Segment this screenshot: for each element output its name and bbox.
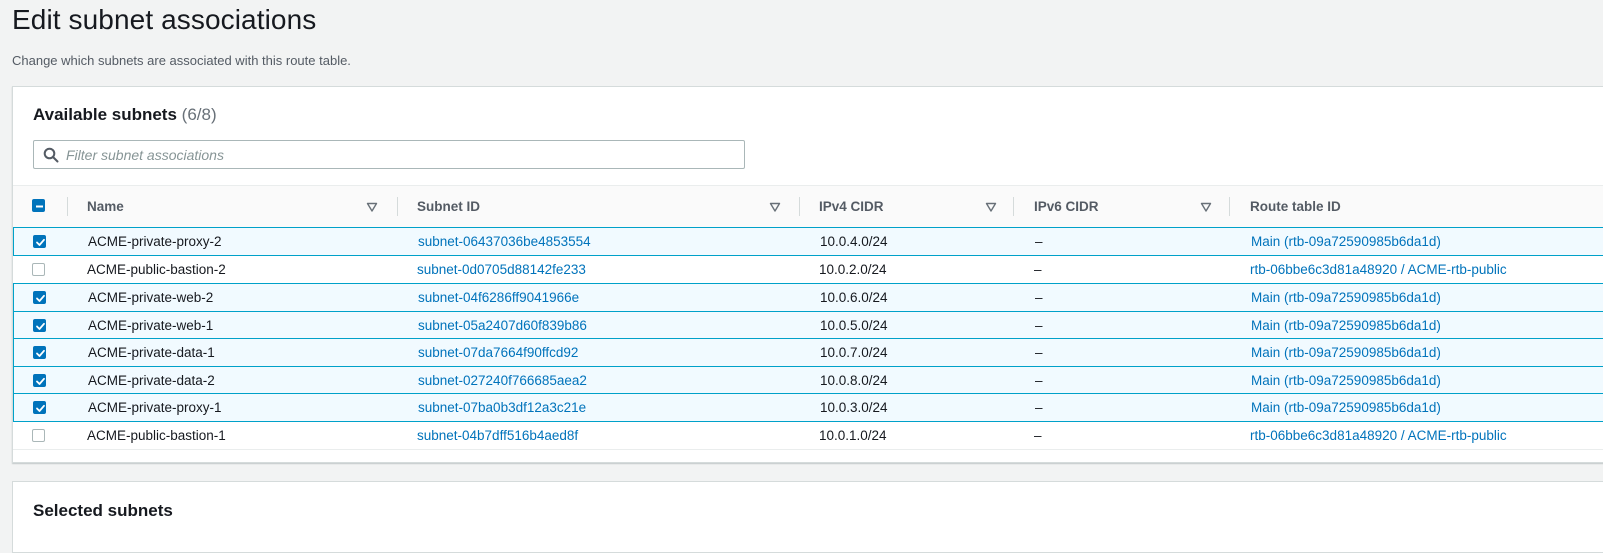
subnet-name-cell: ACME-private-data-2 xyxy=(88,372,215,388)
subnet-id-link[interactable]: subnet-0d0705d88142fe233 xyxy=(417,256,586,284)
table-row[interactable]: ACME-private-proxy-1 subnet-07ba0b3df12a3… xyxy=(13,393,1603,422)
table-row[interactable]: ACME-private-data-2 subnet-027240f766685a… xyxy=(13,365,1603,395)
subnet-id-link[interactable]: subnet-06437036be4853554 xyxy=(418,228,591,256)
sort-triangle-icon[interactable] xyxy=(769,200,781,212)
ipv4-cidr-cell: 10.0.5.0/24 xyxy=(820,317,888,333)
route-table-link[interactable]: rtb-06bbe6c3d81a48920 / ACME-rtb-public xyxy=(1250,256,1507,284)
ipv6-cidr-cell: – xyxy=(1035,290,1043,305)
column-separator[interactable] xyxy=(1229,197,1230,216)
subnet-id-link[interactable]: subnet-04b7dff516b4aed8f xyxy=(417,422,578,450)
table-row[interactable]: ACME-private-proxy-2 subnet-06437036be485… xyxy=(13,227,1603,256)
table-row[interactable]: ACME-public-bastion-1 subnet-04b7dff516b4… xyxy=(13,422,1603,450)
table-row[interactable]: ACME-private-web-2 subnet-04f6286ff904196… xyxy=(13,283,1603,312)
table-row[interactable]: ACME-private-web-1 subnet-05a2407d60f839b… xyxy=(13,310,1603,340)
row-checkbox[interactable] xyxy=(32,262,45,276)
table-row[interactable]: ACME-private-data-1 subnet-07da7664f90ffc… xyxy=(13,338,1603,367)
selected-subnets-panel: Selected subnets xyxy=(12,481,1603,553)
route-table-link[interactable]: rtb-06bbe6c3d81a48920 / ACME-rtb-public xyxy=(1250,422,1507,450)
checkbox-checked-icon xyxy=(36,294,45,302)
column-separator[interactable] xyxy=(1013,197,1014,216)
available-subnets-panel: Available subnets (6/8) Name Subnet xyxy=(12,86,1603,463)
page-description: Change which subnets are associated with… xyxy=(12,53,351,68)
subnet-id-link[interactable]: subnet-05a2407d60f839b86 xyxy=(418,312,587,340)
ipv6-cidr-cell: – xyxy=(1035,317,1043,333)
column-separator[interactable] xyxy=(799,197,800,216)
row-checkbox[interactable] xyxy=(33,401,46,414)
subnet-name-cell: ACME-private-data-1 xyxy=(88,345,215,360)
ipv6-cidr-cell: – xyxy=(1035,234,1043,249)
checkbox-checked-icon xyxy=(36,404,45,412)
checkbox-checked-icon xyxy=(36,377,45,385)
column-separator[interactable] xyxy=(67,197,68,216)
select-all-checkbox[interactable] xyxy=(32,199,45,212)
column-header-name[interactable]: Name xyxy=(87,186,124,227)
subnet-id-link[interactable]: subnet-07ba0b3df12a3c21e xyxy=(418,394,586,422)
column-header-route-table-id[interactable]: Route table ID xyxy=(1250,186,1341,227)
selected-subnets-title: Selected subnets xyxy=(33,501,173,520)
subnet-name-cell: ACME-public-bastion-2 xyxy=(87,261,226,277)
filter-input[interactable] xyxy=(66,141,736,168)
row-checkbox[interactable] xyxy=(33,235,46,248)
ipv6-cidr-cell: – xyxy=(1035,345,1043,360)
table-body: ACME-private-proxy-2 subnet-06437036be485… xyxy=(13,227,1603,450)
ipv4-cidr-cell: 10.0.8.0/24 xyxy=(820,372,888,388)
subnet-id-link[interactable]: subnet-07da7664f90ffcd92 xyxy=(418,339,578,367)
ipv4-cidr-cell: 10.0.3.0/24 xyxy=(820,400,888,415)
ipv6-cidr-cell: – xyxy=(1035,400,1043,415)
checkbox-checked-icon xyxy=(36,349,45,357)
checkbox-indeterminate-icon xyxy=(36,205,43,208)
table-header: Name Subnet ID IPv4 CIDR IPv6 CIDR Route… xyxy=(13,185,1603,228)
route-table-link[interactable]: Main (rtb-09a72590985b6da1d) xyxy=(1251,367,1441,395)
subnet-id-link[interactable]: subnet-04f6286ff9041966e xyxy=(418,284,579,312)
filter-box[interactable] xyxy=(33,140,745,169)
row-checkbox[interactable] xyxy=(33,346,46,359)
ipv4-cidr-cell: 10.0.4.0/24 xyxy=(820,234,888,249)
column-header-ipv4-cidr[interactable]: IPv4 CIDR xyxy=(819,186,884,227)
column-header-ipv6-cidr[interactable]: IPv6 CIDR xyxy=(1034,186,1099,227)
column-header-subnet-id[interactable]: Subnet ID xyxy=(417,186,480,227)
ipv6-cidr-cell: – xyxy=(1034,427,1042,443)
route-table-link[interactable]: Main (rtb-09a72590985b6da1d) xyxy=(1251,312,1441,340)
row-checkbox[interactable] xyxy=(33,318,46,332)
subnet-name-cell: ACME-private-web-2 xyxy=(88,290,214,305)
subnets-table: Name Subnet ID IPv4 CIDR IPv6 CIDR Route… xyxy=(13,185,1603,450)
ipv4-cidr-cell: 10.0.1.0/24 xyxy=(819,427,887,443)
search-icon xyxy=(43,147,59,163)
sort-triangle-icon[interactable] xyxy=(985,200,997,212)
row-checkbox[interactable] xyxy=(33,291,46,304)
subnet-id-link[interactable]: subnet-027240f766685aea2 xyxy=(418,367,587,395)
subnet-name-cell: ACME-private-proxy-2 xyxy=(88,234,222,249)
route-table-link[interactable]: Main (rtb-09a72590985b6da1d) xyxy=(1251,284,1441,312)
route-table-link[interactable]: Main (rtb-09a72590985b6da1d) xyxy=(1251,394,1441,422)
sort-triangle-icon[interactable] xyxy=(1200,200,1212,212)
ipv4-cidr-cell: 10.0.2.0/24 xyxy=(819,261,887,277)
available-subnets-title: Available subnets xyxy=(33,105,177,124)
ipv6-cidr-cell: – xyxy=(1035,372,1043,388)
ipv4-cidr-cell: 10.0.7.0/24 xyxy=(820,345,888,360)
selection-count: (6/8) xyxy=(181,105,217,124)
row-checkbox[interactable] xyxy=(32,428,45,442)
column-separator[interactable] xyxy=(397,197,398,216)
checkbox-checked-icon xyxy=(36,238,45,246)
page-title: Edit subnet associations xyxy=(12,4,317,35)
row-checkbox[interactable] xyxy=(33,373,46,387)
route-table-link[interactable]: Main (rtb-09a72590985b6da1d) xyxy=(1251,228,1441,256)
subnet-name-cell: ACME-private-proxy-1 xyxy=(88,400,222,415)
available-subnets-header: Available subnets (6/8) xyxy=(33,105,217,125)
checkbox-checked-icon xyxy=(36,322,45,330)
ipv6-cidr-cell: – xyxy=(1034,261,1042,277)
ipv4-cidr-cell: 10.0.6.0/24 xyxy=(820,290,888,305)
sort-triangle-icon[interactable] xyxy=(366,200,378,212)
subnet-name-cell: ACME-private-web-1 xyxy=(88,317,214,333)
route-table-link[interactable]: Main (rtb-09a72590985b6da1d) xyxy=(1251,339,1441,367)
table-row[interactable]: ACME-public-bastion-2 subnet-0d0705d88142… xyxy=(13,256,1603,284)
subnet-name-cell: ACME-public-bastion-1 xyxy=(87,427,226,443)
